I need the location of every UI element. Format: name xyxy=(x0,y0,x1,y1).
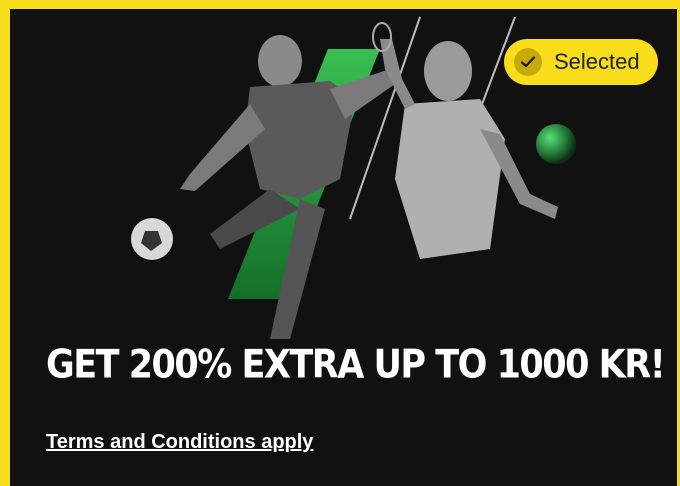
selected-badge[interactable]: Selected xyxy=(504,39,658,85)
terms-link[interactable]: Terms and Conditions apply xyxy=(46,431,313,454)
promo-card[interactable]: Selected GET 200% EXTRA UP TO 1000 KR! T… xyxy=(0,0,680,486)
promo-headline: GET 200% EXTRA UP TO 1000 KR! xyxy=(46,343,666,388)
checkmark-icon xyxy=(514,48,542,76)
selected-label: Selected xyxy=(554,49,640,74)
tennis-ball xyxy=(536,124,576,164)
